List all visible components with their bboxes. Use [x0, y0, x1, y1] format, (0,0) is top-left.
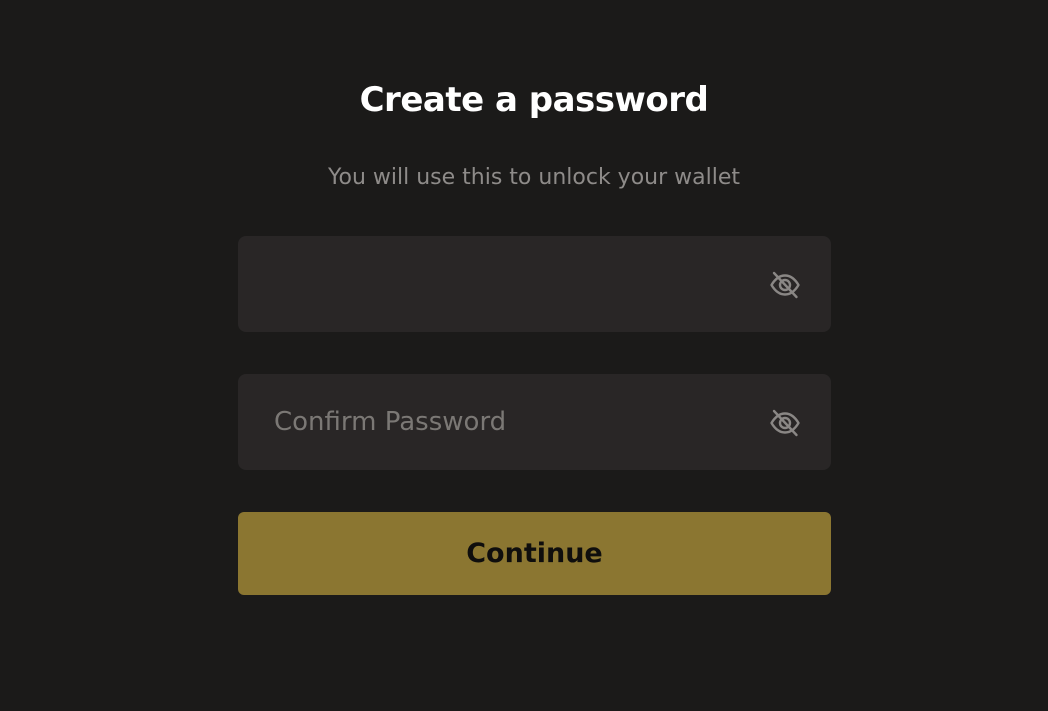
password-field [238, 236, 831, 332]
eye-off-icon[interactable] [769, 407, 801, 439]
create-password-page: Create a password You will use this to u… [0, 0, 1048, 711]
eye-off-icon[interactable] [769, 269, 801, 301]
confirm-password-field [238, 374, 831, 470]
password-input[interactable] [274, 236, 754, 332]
page-title: Create a password [359, 80, 709, 120]
continue-button[interactable]: Continue [238, 512, 831, 595]
confirm-password-input[interactable] [274, 374, 754, 470]
page-subtitle: You will use this to unlock your wallet [328, 165, 740, 190]
